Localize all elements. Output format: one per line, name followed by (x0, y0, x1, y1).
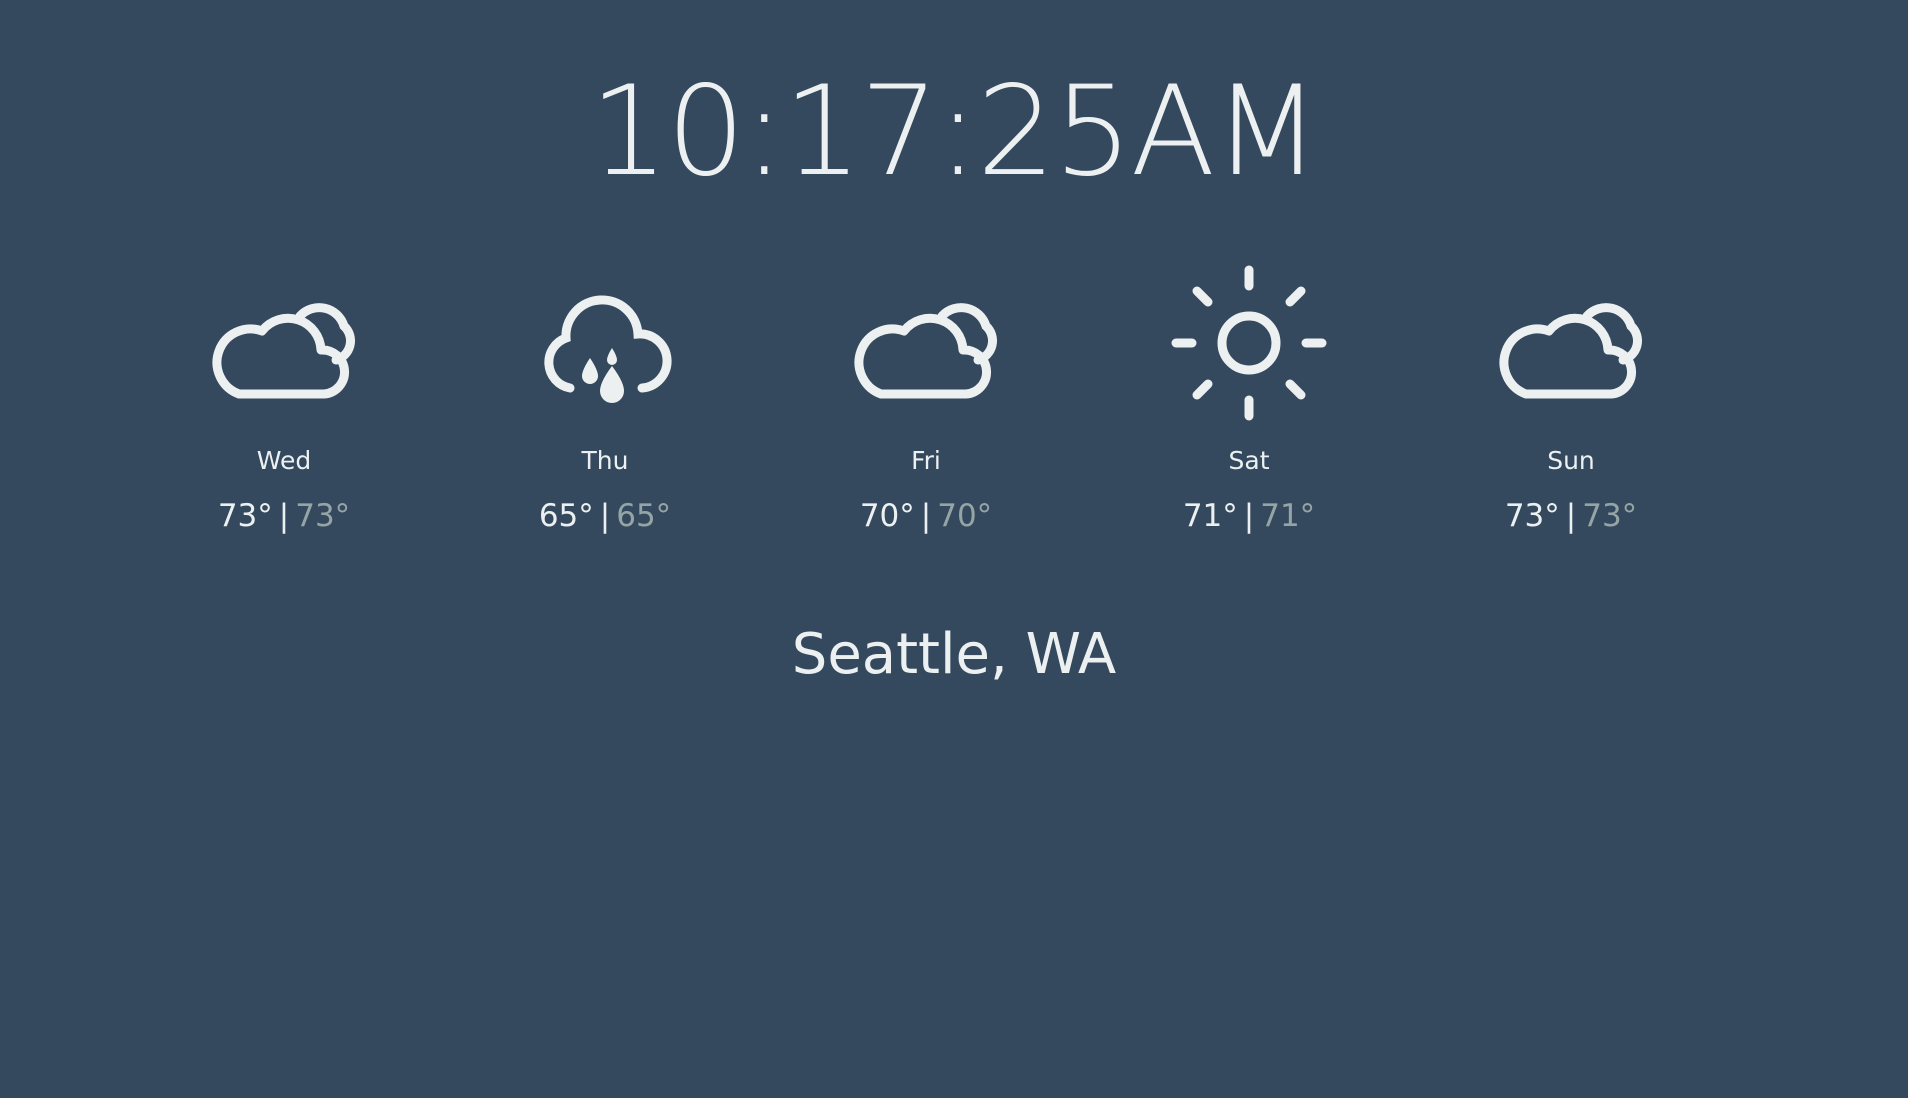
high-temp: 73° (217, 498, 273, 534)
temp-separator: | (278, 498, 290, 534)
rain-icon (520, 262, 690, 422)
forecast-day-sat: Sat 71° | 71° (1139, 262, 1359, 534)
day-temps: 70° | 70° (816, 498, 1036, 534)
day-temps: 71° | 71° (1139, 498, 1359, 534)
forecast-day-wed: Wed 73° | 73° (174, 262, 394, 534)
low-temp: 73° (295, 498, 351, 534)
temp-separator: | (920, 498, 932, 534)
high-temp: 73° (1504, 498, 1560, 534)
sun-icon (1164, 262, 1334, 422)
low-temp: 65° (616, 498, 672, 534)
forecast-row: Wed 73° | 73° Thu 65° | 65° Fri 70° | 70… (0, 262, 1908, 534)
forecast-day-fri: Fri 70° | 70° (816, 262, 1036, 534)
location-label: Seattle, WA (791, 622, 1117, 687)
day-name: Wed (256, 446, 312, 475)
high-temp: 70° (859, 498, 915, 534)
day-name: Sat (1228, 446, 1270, 475)
temp-separator: | (599, 498, 611, 534)
high-temp: 65° (538, 498, 594, 534)
forecast-day-sun: Sun 73° | 73° (1461, 262, 1681, 534)
day-name: Thu (581, 446, 629, 475)
day-name: Fri (911, 446, 941, 475)
cloudy-icon (199, 262, 369, 422)
low-temp: 70° (937, 498, 993, 534)
day-temps: 73° | 73° (1461, 498, 1681, 534)
temp-separator: | (1243, 498, 1255, 534)
low-temp: 71° (1260, 498, 1316, 534)
temp-separator: | (1565, 498, 1577, 534)
cloudy-icon (1486, 262, 1656, 422)
day-name: Sun (1547, 446, 1595, 475)
low-temp: 73° (1582, 498, 1638, 534)
forecast-day-thu: Thu 65° | 65° (495, 262, 715, 534)
day-temps: 73° | 73° (174, 498, 394, 534)
clock-time: 10:17:25AM (589, 60, 1321, 204)
cloudy-icon (841, 262, 1011, 422)
high-temp: 71° (1182, 498, 1238, 534)
day-temps: 65° | 65° (495, 498, 715, 534)
